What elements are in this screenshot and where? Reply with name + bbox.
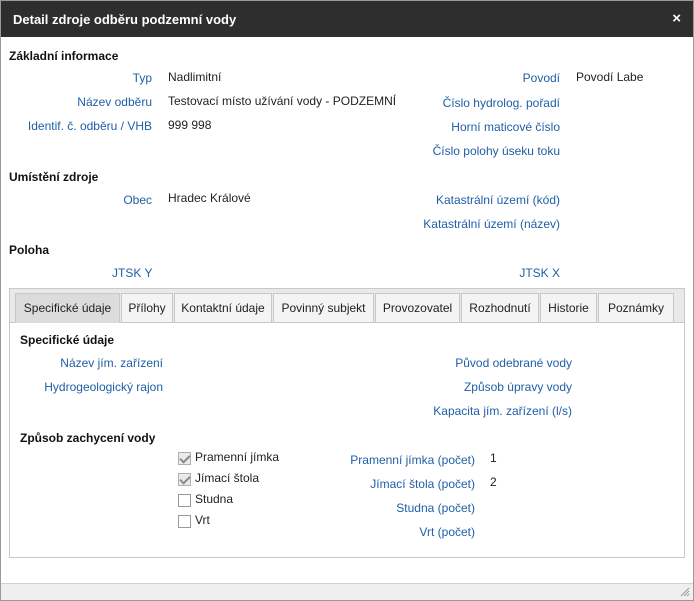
studna-checkbox[interactable] — [178, 494, 191, 507]
tab-poznamky[interactable]: Poznámky — [598, 293, 674, 323]
nazev-zarizeni-label: Název jím. zařízení — [60, 356, 163, 370]
position-heading: Poloha — [9, 243, 50, 257]
obec-label: Obec — [123, 193, 152, 207]
tab-rozhodnuti[interactable]: Rozhodnutí — [461, 293, 539, 323]
jtsk-y-label: JTSK Y — [112, 266, 153, 280]
jimaci-stola-checkbox[interactable] — [178, 473, 191, 486]
horni-maticove-label: Horní maticové číslo — [451, 120, 560, 134]
typ-label: Typ — [132, 71, 152, 85]
pramenni-jimka-pocet-value: 1 — [490, 451, 497, 465]
studna-option-label: Studna — [195, 492, 234, 506]
hydrogeologicky-rajon-label: Hydrogeologický rajon — [44, 380, 163, 394]
close-icon[interactable]: × — [672, 10, 681, 27]
detail-tabs: Specifické údaje Přílohy Kontaktní údaje… — [9, 288, 685, 558]
jimaci-stola-option-label: Jímací štola — [195, 471, 260, 485]
katastralni-nazev-label: Katastrální území (název) — [423, 217, 560, 231]
tab-kontaktni-udaje[interactable]: Kontaktní údaje — [174, 293, 272, 323]
povodi-label: Povodí — [522, 71, 560, 85]
identif-value: 999 998 — [168, 118, 212, 132]
dialog-title: Detail zdroje odběru podzemní vody — [13, 12, 237, 27]
studna-pocet-label: Studna (počet) — [396, 501, 475, 515]
tab-povinny-subjekt[interactable]: Povinný subjekt — [273, 293, 374, 323]
pramenni-jimka-checkbox[interactable] — [178, 452, 191, 465]
povodi-value: Povodí Labe — [576, 70, 644, 84]
resize-grip-icon[interactable] — [680, 587, 690, 597]
typ-value: Nadlimitní — [168, 70, 222, 84]
tab-specificke-udaje[interactable]: Specifické údaje — [15, 293, 120, 323]
nazev-odberu-label: Název odběru — [77, 95, 152, 109]
kapacita-label: Kapacita jím. zařízení (l/s) — [433, 404, 572, 418]
tab-prilohy[interactable]: Přílohy — [121, 293, 173, 323]
zpusob-upravy-label: Způsob úpravy vody — [463, 380, 572, 394]
puvod-vody-label: Původ odebrané vody — [455, 356, 572, 370]
tab-provozovatel[interactable]: Provozovatel — [375, 293, 460, 323]
detail-dialog: Detail zdroje odběru podzemní vody × Zák… — [0, 0, 694, 601]
dialog-footer — [1, 583, 693, 600]
dialog-titlebar[interactable]: Detail zdroje odběru podzemní vody × — [1, 1, 693, 37]
obec-value: Hradec Králové — [168, 191, 251, 205]
cislo-hydrolog-label: Číslo hydrolog. pořadí — [442, 96, 560, 110]
vrt-checkbox[interactable] — [178, 515, 191, 528]
pramenni-jimka-option-label: Pramenní jímka — [195, 450, 280, 464]
jimaci-stola-pocet-value: 2 — [490, 475, 497, 489]
jtsk-x-label: JTSK X — [519, 266, 560, 280]
katastralni-kod-label: Katastrální území (kód) — [435, 193, 560, 207]
tab-bar: Specifické údaje Přílohy Kontaktní údaje… — [10, 289, 684, 323]
capture-heading: Způsob zachycení vody — [20, 431, 156, 445]
identif-label: Identif. č. odběru / VHB — [27, 119, 152, 133]
cislo-polohy-label: Číslo polohy úseku toku — [432, 144, 560, 158]
basic-info-heading: Základní informace — [9, 49, 119, 63]
vrt-option-label: Vrt — [195, 513, 210, 527]
vrt-pocet-label: Vrt (počet) — [419, 525, 475, 539]
specific-heading: Specifické údaje — [20, 333, 115, 347]
tab-historie[interactable]: Historie — [540, 293, 597, 323]
location-heading: Umístění zdroje — [9, 170, 99, 184]
jimaci-stola-pocet-label: Jímací štola (počet) — [370, 477, 475, 491]
pramenni-jimka-pocet-label: Pramenní jímka (počet) — [350, 453, 475, 467]
nazev-odberu-value: Testovací místo užívání vody - PODZEMNÍ — [168, 94, 397, 108]
